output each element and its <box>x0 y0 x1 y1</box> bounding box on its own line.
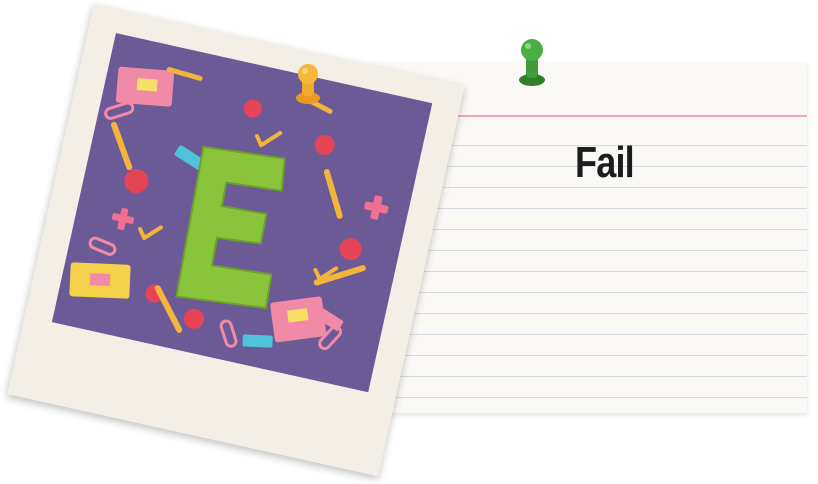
svg-text:E: E <box>228 241 229 243</box>
pushpin-icon <box>296 64 320 104</box>
notebook-icon <box>69 262 131 299</box>
school-supplies-pattern: E <box>69 66 389 351</box>
photo-illustration: E <box>51 33 433 393</box>
letter-e-shape: E <box>175 145 286 310</box>
checkmark-icon <box>138 131 339 282</box>
card-title: Fail <box>575 138 635 187</box>
pushpin-icon <box>519 39 545 86</box>
